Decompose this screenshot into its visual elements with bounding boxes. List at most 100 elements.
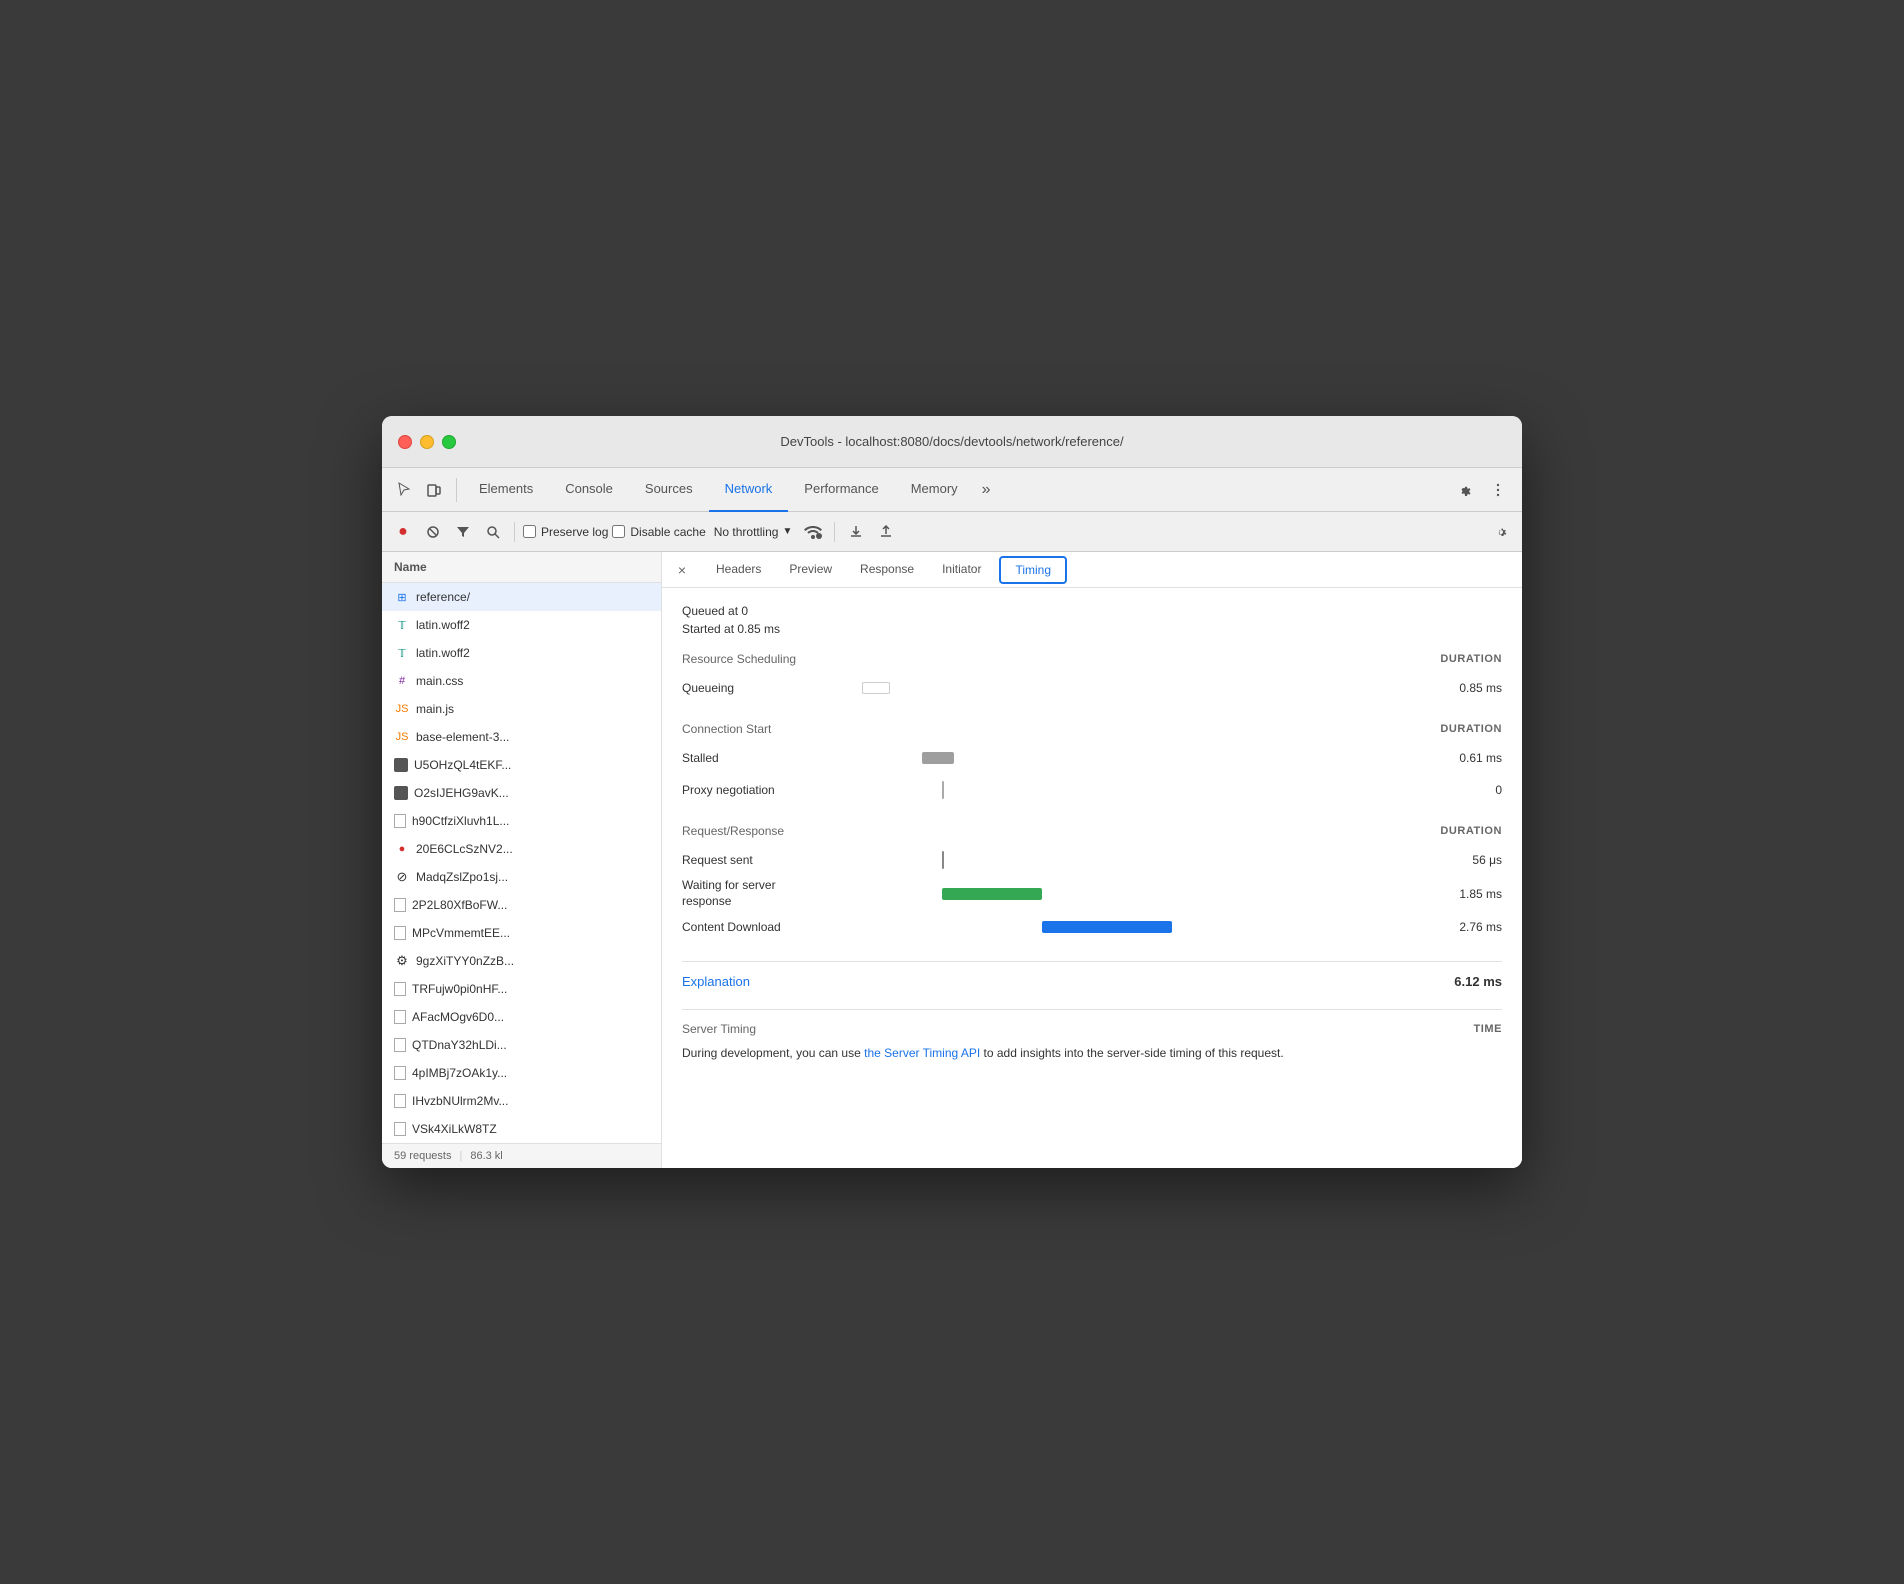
total-row: Explanation 6.12 ms (682, 974, 1502, 989)
close-detail-button[interactable]: × (670, 558, 694, 582)
sidebar-item-name-4pi: 4pIMBj7zOAk1y... (412, 1066, 507, 1080)
sidebar-item-name-base: base-element-3... (416, 730, 509, 744)
js-icon: JS (394, 701, 410, 717)
throttle-arrow-icon: ▼ (782, 526, 792, 537)
sidebar-item-h90[interactable]: h90CtfziXluvh1L... (382, 807, 661, 835)
stop-button[interactable] (420, 519, 446, 545)
waiting-label: Waiting for serverresponse (682, 878, 862, 909)
tab-preview[interactable]: Preview (775, 552, 846, 588)
sidebar-item-base-element[interactable]: JS base-element-3... (382, 723, 661, 751)
request-sent-bar-container (862, 853, 1422, 867)
preserve-log-checkbox[interactable] (523, 525, 536, 538)
settings-icon[interactable] (1450, 476, 1478, 504)
import-har-button[interactable] (873, 519, 899, 545)
nav-more-button[interactable]: » (974, 481, 999, 499)
file-size: 86.3 kl (470, 1150, 502, 1162)
tab-timing[interactable]: Timing (999, 556, 1067, 584)
doc-icon-2 (394, 814, 406, 828)
tab-elements[interactable]: Elements (463, 468, 549, 512)
doc-icon-3 (394, 898, 406, 912)
window-title: DevTools - localhost:8080/docs/devtools/… (780, 434, 1123, 449)
search-button[interactable] (480, 519, 506, 545)
tab-network[interactable]: Network (709, 468, 789, 512)
wifi-settings-icon[interactable] (800, 519, 826, 545)
proxy-duration: 0 (1422, 783, 1502, 797)
nav-right-icons (1450, 476, 1514, 504)
footer-separator: | (459, 1150, 462, 1162)
maximize-button[interactable] (442, 435, 456, 449)
tab-performance[interactable]: Performance (788, 468, 894, 512)
sidebar-item-name-vsk: VSk4XiLkW8TZ (412, 1122, 497, 1136)
started-at: Started at 0.85 ms (682, 622, 1502, 636)
stalled-bar (922, 752, 954, 764)
tab-sources[interactable]: Sources (629, 468, 709, 512)
sidebar-item-ihv[interactable]: IHvzbNUlrm2Mv... (382, 1087, 661, 1115)
sidebar-item-main-css[interactable]: # main.css (382, 667, 661, 695)
devtools-window: DevTools - localhost:8080/docs/devtools/… (382, 416, 1522, 1168)
sidebar-item-u5o[interactable]: U5OHzQL4tEKF... (382, 751, 661, 779)
sidebar-item-main-js[interactable]: JS main.js (382, 695, 661, 723)
tab-response[interactable]: Response (846, 552, 928, 588)
sidebar-item-name-madq: MadqZslZpo1sj... (416, 870, 508, 884)
sidebar-item-latin1[interactable]: 𝕋 latin.woff2 (382, 611, 661, 639)
sidebar-item-reference[interactable]: ⊞ reference/ (382, 583, 661, 611)
sidebar-item-2p2l[interactable]: 2P2L80XfBoFW... (382, 891, 661, 919)
proxy-row: Proxy negotiation 0 (682, 776, 1502, 804)
font-icon-2: 𝕋 (394, 645, 410, 661)
css-icon: # (394, 673, 410, 689)
device-icon[interactable] (420, 476, 448, 504)
sidebar-item-4pi[interactable]: 4pIMBj7zOAk1y... (382, 1059, 661, 1087)
sidebar-item-trf[interactable]: TRFujw0pi0nHF... (382, 975, 661, 1003)
disable-cache-label[interactable]: Disable cache (612, 525, 705, 539)
server-timing-api-link[interactable]: the Server Timing API (864, 1046, 980, 1060)
stalled-label: Stalled (682, 751, 862, 765)
record-button[interactable]: ● (390, 519, 416, 545)
queued-at: Queued at 0 (682, 604, 1502, 618)
timing-divider (682, 961, 1502, 962)
doc-icon-9 (394, 1094, 406, 1108)
devtools-body: Elements Console Sources Network Perform… (382, 468, 1522, 1168)
stalled-row: Stalled 0.61 ms (682, 744, 1502, 772)
request-response-title: Request/Response (682, 824, 784, 838)
tab-console[interactable]: Console (549, 468, 629, 512)
sidebar-item-mpv[interactable]: MPcVmmemtEE... (382, 919, 661, 947)
more-options-icon[interactable] (1484, 476, 1512, 504)
sidebar-item-madq[interactable]: ⊘ MadqZslZpo1sj... (382, 863, 661, 891)
sidebar-item-latin2[interactable]: 𝕋 latin.woff2 (382, 639, 661, 667)
export-har-button[interactable] (843, 519, 869, 545)
sidebar-item-vsk[interactable]: VSk4XiLkW8TZ (382, 1115, 661, 1143)
explanation-link[interactable]: Explanation (682, 974, 750, 989)
tab-initiator[interactable]: Initiator (928, 552, 995, 588)
throttle-select[interactable]: No throttling ▼ (710, 523, 797, 541)
sidebar-item-name-o2s: O2sIJEHG9avK... (414, 786, 509, 800)
request-sent-label: Request sent (682, 853, 862, 867)
minimize-button[interactable] (420, 435, 434, 449)
proxy-label: Proxy negotiation (682, 783, 862, 797)
sidebar-item-qtd[interactable]: QTDnaY32hLDi... (382, 1031, 661, 1059)
sidebar-item-afc[interactable]: AFacMOgv6D0... (382, 1003, 661, 1031)
preserve-log-label[interactable]: Preserve log (523, 525, 608, 539)
tab-headers[interactable]: Headers (702, 552, 775, 588)
sidebar-item-name-qtd: QTDnaY32hLDi... (412, 1038, 507, 1052)
server-timing-section: Server Timing TIME During development, y… (682, 1022, 1502, 1063)
sidebar-item-name-latin1: latin.woff2 (416, 618, 470, 632)
close-button[interactable] (398, 435, 412, 449)
sidebar-header: Name (382, 552, 661, 583)
connection-start-section: Connection Start DURATION Stalled 0.61 m… (682, 722, 1502, 804)
tab-memory[interactable]: Memory (895, 468, 974, 512)
sidebar-item-9gz[interactable]: ⚙ 9gzXiTYY0nZzB... (382, 947, 661, 975)
sidebar-item-name-9gz: 9gzXiTYY0nZzB... (416, 954, 514, 968)
doc-icon-10 (394, 1122, 406, 1136)
toolbar-sep-2 (834, 522, 835, 542)
sidebar-item-name-latin2: latin.woff2 (416, 646, 470, 660)
network-settings-button[interactable] (1488, 519, 1514, 545)
sidebar-item-o2s[interactable]: O2sIJEHG9avK... (382, 779, 661, 807)
filter-button[interactable] (450, 519, 476, 545)
sidebar-item-20e[interactable]: ● 20E6CLcSzNV2... (382, 835, 661, 863)
traffic-lights (398, 435, 456, 449)
disable-cache-checkbox[interactable] (612, 525, 625, 538)
queueing-bar-container (862, 681, 1422, 695)
request-response-duration-label: DURATION (1440, 825, 1502, 837)
waiting-row: Waiting for serverresponse 1.85 ms (682, 878, 1502, 909)
inspect-icon[interactable] (390, 476, 418, 504)
